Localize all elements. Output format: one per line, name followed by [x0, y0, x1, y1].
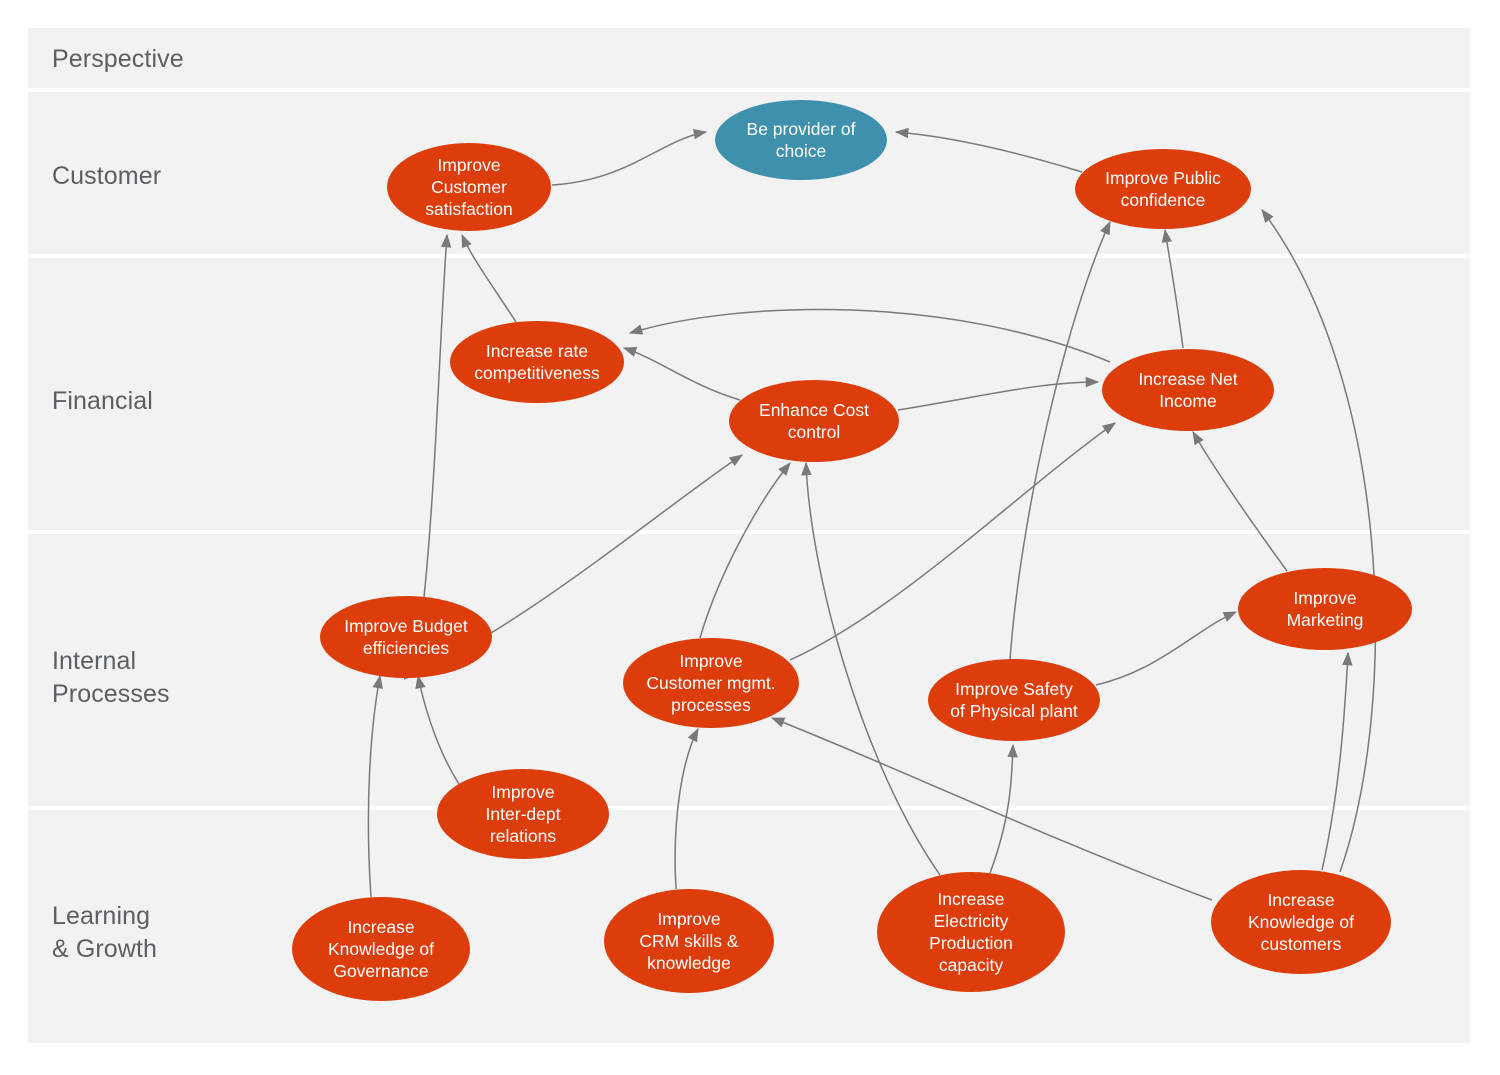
node-improve-customer-mgmt-processes[interactable]: Improve Customer mgmt. processes — [623, 638, 799, 728]
node-increase-knowledge-of-governance[interactable]: Increase Knowledge of Governance — [292, 897, 470, 1001]
strategy-map-canvas: Perspective Customer Financial Internal Pro… — [0, 0, 1500, 1075]
node-improve-public-confidence[interactable]: Improve Public confidence — [1075, 149, 1251, 229]
node-label: Improve Budget efficiencies — [344, 616, 468, 658]
node-improve-safety-of-physical-plant[interactable]: Improve Safety of Physical plant — [928, 659, 1100, 741]
perspective-band-perspective — [28, 28, 1470, 88]
node-improve-customer-satisfaction[interactable]: Improve Customer satisfaction — [387, 143, 551, 231]
perspective-label-learning: Learning & Growth — [52, 902, 157, 963]
node-label: Enhance Cost control — [759, 400, 869, 442]
node-label: Improve Customer satisfaction — [425, 155, 513, 219]
perspective-label-customer: Customer — [52, 162, 162, 190]
node-improve-crm-skills-knowledge[interactable]: Improve CRM skills & knowledge — [604, 889, 774, 993]
perspective-label-perspective: Perspective — [52, 45, 184, 73]
node-label: Increase Knowledge of Governance — [327, 917, 435, 981]
node-label: Improve Public confidence — [1105, 168, 1221, 210]
node-label: Increase rate competitiveness — [474, 341, 600, 383]
node-improve-budget-efficiencies[interactable]: Improve Budget efficiencies — [320, 596, 492, 678]
node-be-provider-of-choice[interactable]: Be provider of choice — [715, 100, 887, 180]
node-label: Improve Inter-dept relations — [485, 782, 561, 846]
node-label: Increase Electricity Production capacity — [929, 889, 1013, 975]
node-label: Improve Safety of Physical plant — [950, 679, 1078, 721]
node-increase-electricity-production-capacity[interactable]: Increase Electricity Production capacity — [877, 872, 1065, 992]
node-label: Improve Marketing — [1286, 588, 1364, 630]
node-label: Improve CRM skills & knowledge — [639, 909, 739, 973]
node-label: Improve Customer mgmt. processes — [646, 651, 776, 715]
node-improve-marketing[interactable]: Improve Marketing — [1238, 568, 1412, 650]
node-increase-knowledge-of-customers[interactable]: Increase Knowledge of customers — [1211, 870, 1391, 974]
node-label: Be provider of choice — [746, 119, 856, 161]
node-improve-inter-dept-relations[interactable]: Improve Inter-dept relations — [437, 769, 609, 859]
perspective-label-financial: Financial — [52, 387, 153, 415]
node-label: Increase Knowledge of customers — [1247, 890, 1355, 954]
node-enhance-cost-control[interactable]: Enhance Cost control — [729, 380, 899, 462]
node-label: Increase Net Income — [1138, 369, 1238, 411]
node-increase-net-income[interactable]: Increase Net Income — [1102, 349, 1274, 431]
perspective-label-internal: Internal Processes — [52, 647, 170, 708]
node-increase-rate-competitiveness[interactable]: Increase rate competitiveness — [450, 321, 624, 403]
